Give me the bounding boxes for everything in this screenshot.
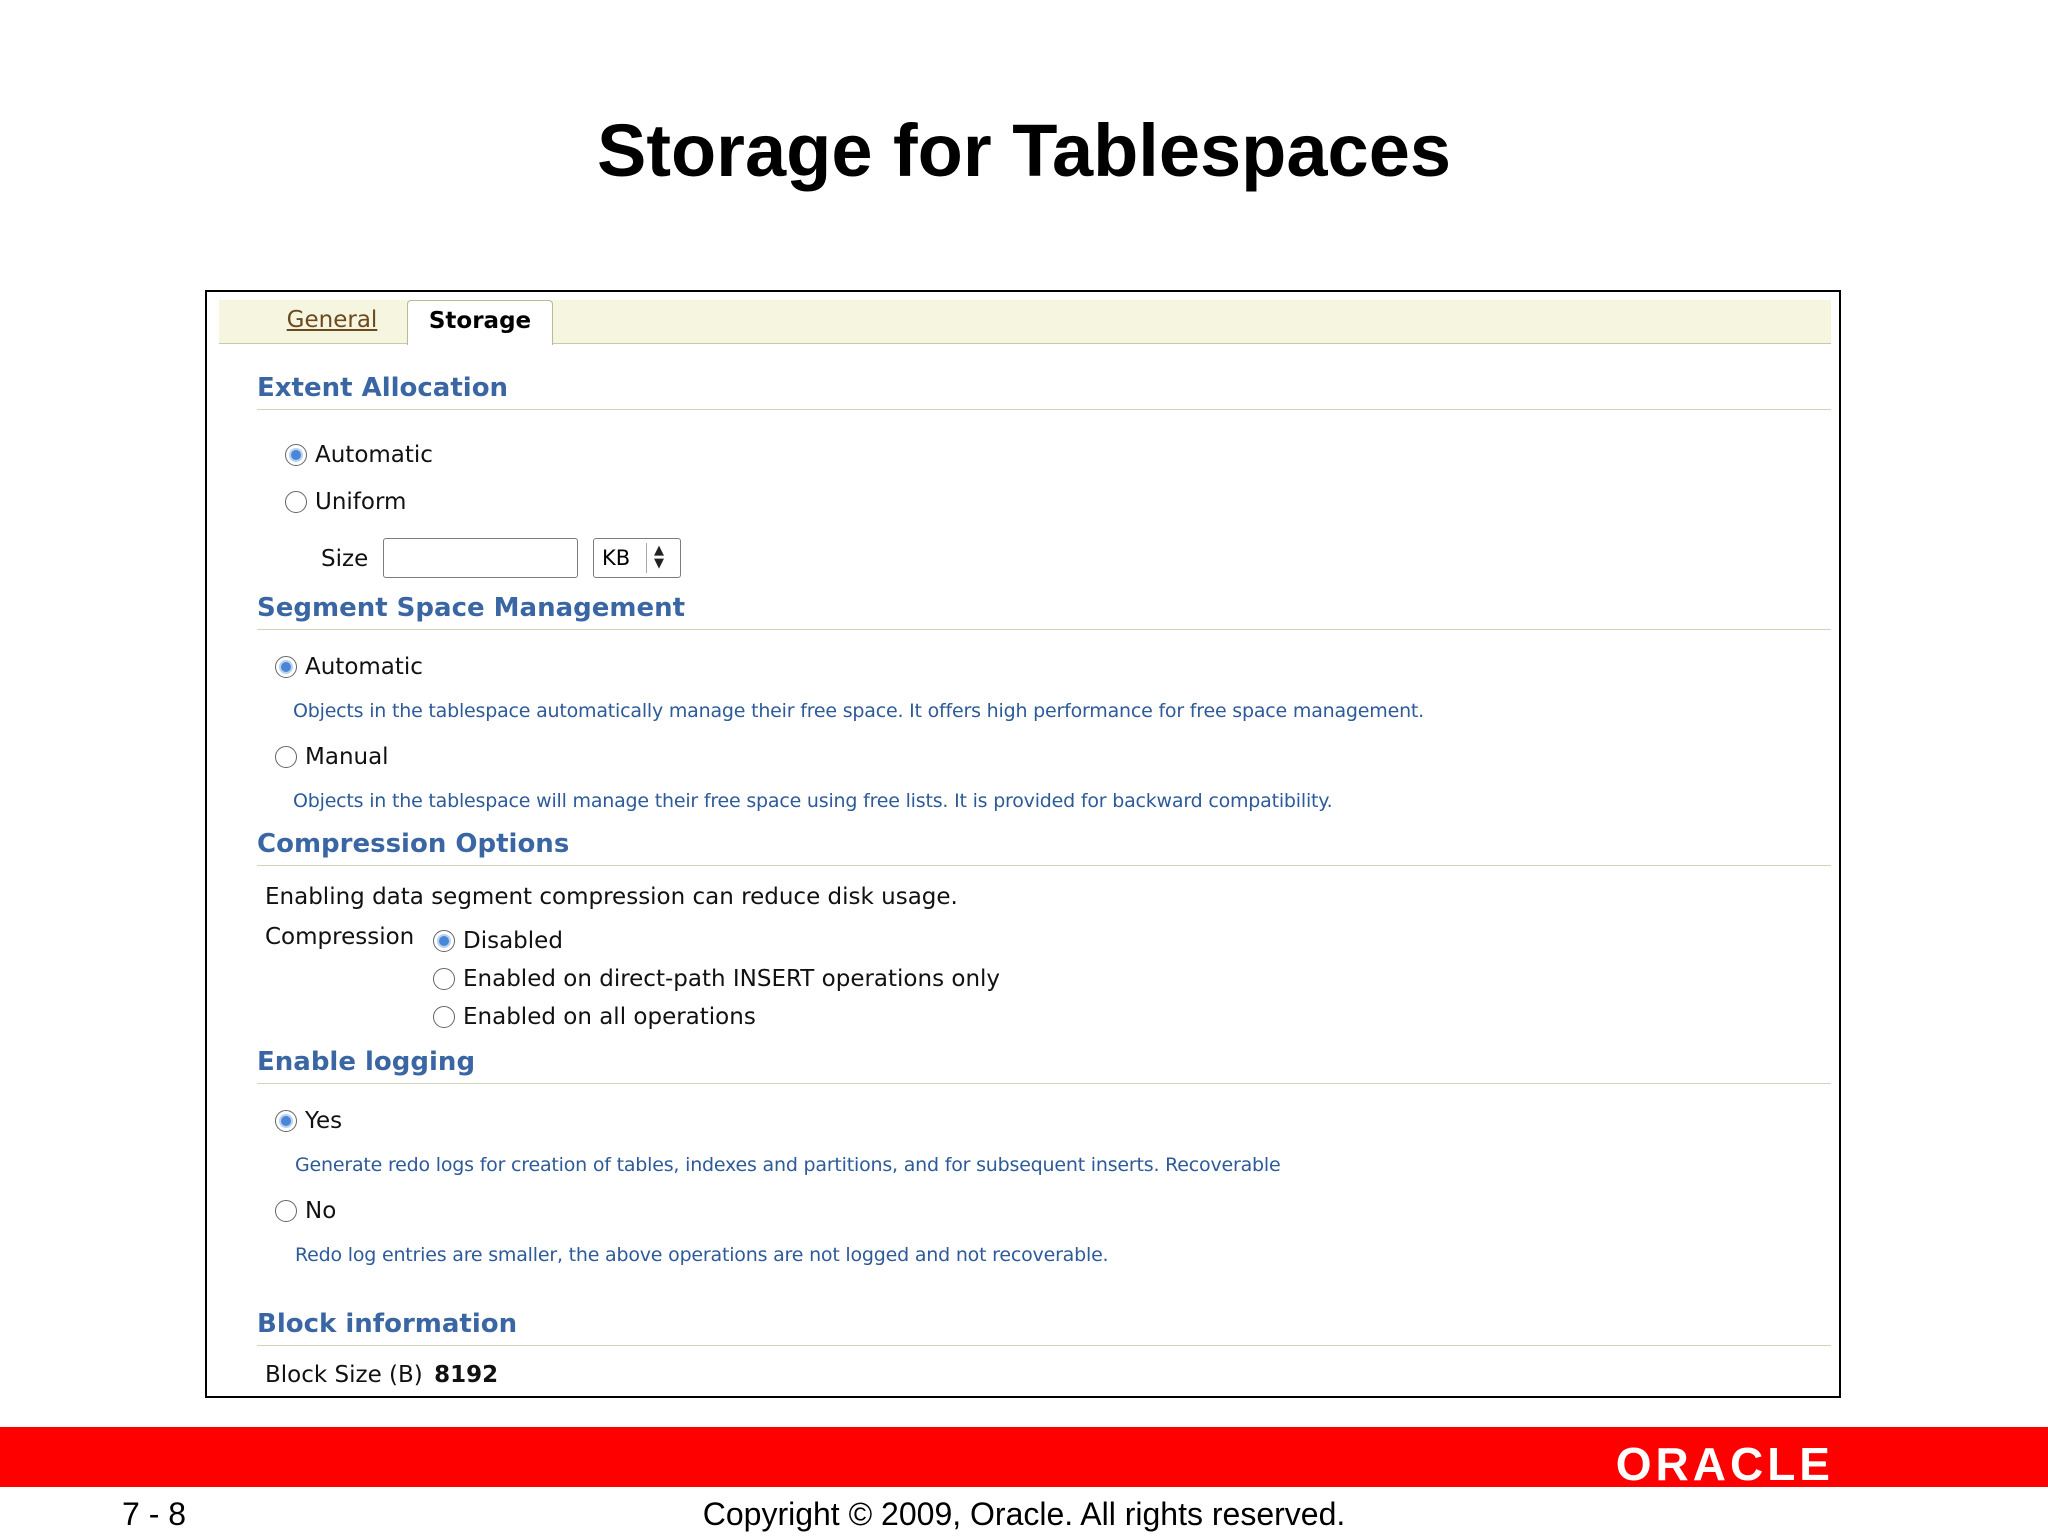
compression-disabled-label: Disabled [463,928,563,954]
compression-disabled-radio[interactable] [433,930,455,952]
compression-label: Compression [265,924,415,950]
select-divider [646,543,647,573]
segment-manual-radio[interactable] [275,746,297,768]
extent-uniform-radio[interactable] [285,491,307,513]
logging-yes-radio[interactable] [275,1110,297,1132]
logging-no-description: Redo log entries are smaller, the above … [295,1244,1109,1266]
block-info-heading: Block information [257,1306,1831,1346]
segment-manual-label: Manual [305,744,389,770]
extent-automatic-radio[interactable] [285,444,307,466]
compression-direct-path-radio[interactable] [433,968,455,990]
compression-intro: Enabling data segment compression can re… [265,884,958,910]
storage-panel: General Storage Extent Allocation Automa… [205,290,1841,1398]
footer-bar: ORACLE [0,1427,2048,1490]
logging-yes-label: Yes [305,1108,343,1134]
segment-manual-description: Objects in the tablespace will manage th… [293,790,1333,812]
tab-bar: General Storage [219,300,1831,345]
tab-storage[interactable]: Storage [407,300,553,345]
segment-automatic-description: Objects in the tablespace automatically … [293,700,1425,722]
compression-direct-path-label: Enabled on direct-path INSERT operations… [463,966,1001,992]
logging-heading: Enable logging [257,1044,1831,1084]
page-number: 7 - 8 [122,1496,187,1532]
size-label: Size [321,546,369,572]
segment-automatic-option[interactable]: Automatic [275,654,423,680]
extent-uniform-label: Uniform [315,489,407,515]
segment-automatic-radio[interactable] [275,656,297,678]
tab-general[interactable]: General [267,300,397,344]
size-unit-value: KB [602,546,631,570]
compression-all-option[interactable]: Enabled on all operations [433,1004,756,1030]
logging-no-radio[interactable] [275,1200,297,1222]
segment-manual-option[interactable]: Manual [275,744,389,770]
extent-automatic-option[interactable]: Automatic [285,442,433,468]
select-arrows-icon: ▲ ▼ [654,543,664,571]
block-size-row: Block Size (B) 8192 [265,1362,498,1388]
slide-title: Storage for Tablespaces [596,109,1452,192]
segment-space-heading: Segment Space Management [257,590,1831,630]
logging-yes-description: Generate redo logs for creation of table… [295,1154,1281,1176]
compression-all-radio[interactable] [433,1006,455,1028]
extent-automatic-label: Automatic [315,442,433,468]
size-unit-select[interactable]: KB ▲ ▼ [593,538,681,578]
block-size-label: Block Size (B) [265,1362,423,1388]
block-size-value: 8192 [434,1362,499,1388]
compression-all-label: Enabled on all operations [463,1004,756,1030]
oracle-logo: ORACLE [1615,1438,1834,1490]
copyright-text: Copyright © 2009, Oracle. All rights res… [702,1496,1346,1532]
logging-yes-option[interactable]: Yes [275,1108,342,1134]
size-input[interactable] [383,538,578,578]
compression-direct-path-option[interactable]: Enabled on direct-path INSERT operations… [433,966,1000,992]
logging-no-label: No [305,1198,337,1224]
segment-automatic-label: Automatic [305,654,423,680]
compression-disabled-option[interactable]: Disabled [433,928,563,954]
extent-allocation-heading: Extent Allocation [257,370,1831,410]
logging-no-option[interactable]: No [275,1198,336,1224]
compression-heading: Compression Options [257,826,1831,866]
extent-uniform-option[interactable]: Uniform [285,489,406,515]
